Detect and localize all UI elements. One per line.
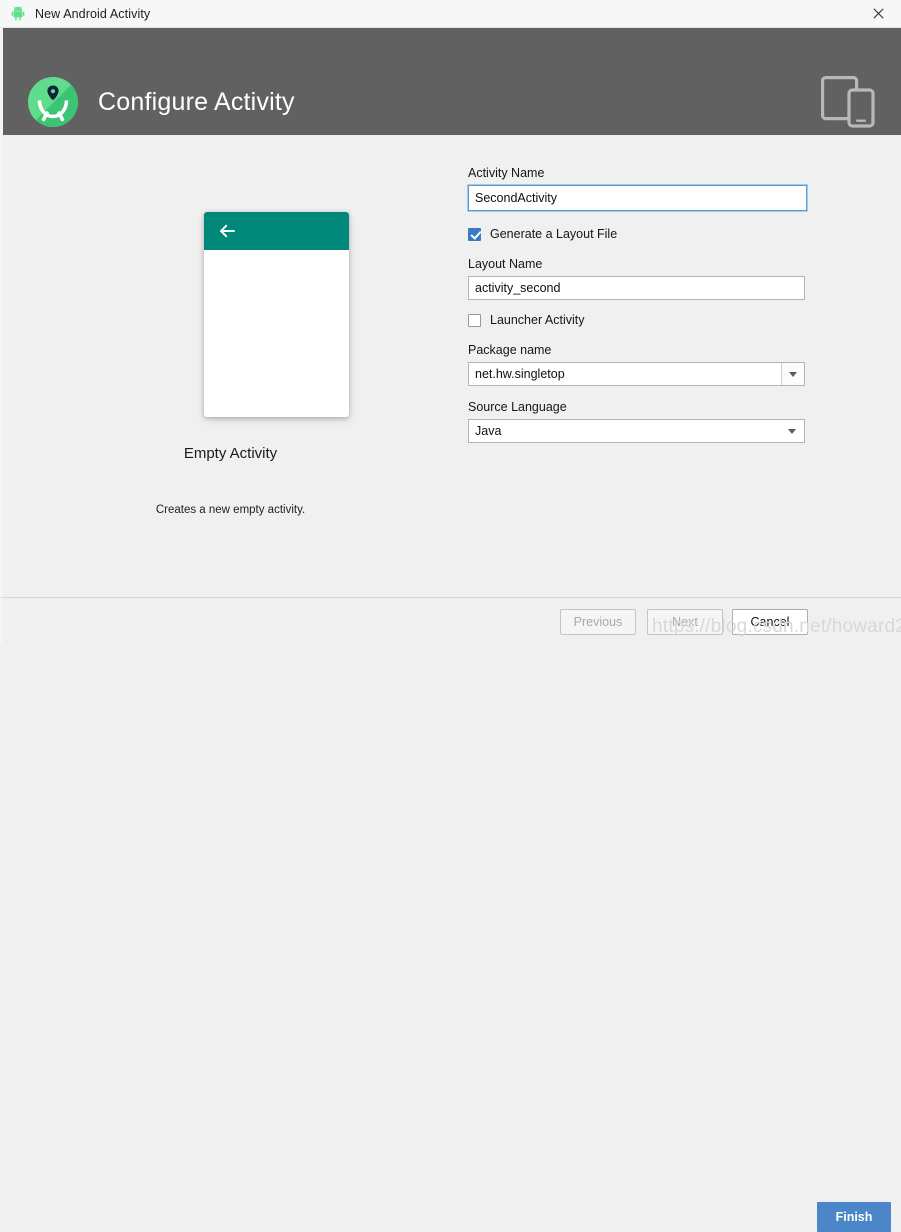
generate-layout-checkbox[interactable] [468, 227, 481, 241]
activity-preview-card [204, 212, 349, 417]
android-robot-icon [10, 5, 26, 22]
close-icon[interactable] [855, 0, 901, 27]
chevron-down-icon [788, 428, 796, 434]
tablet-phone-icon [821, 76, 877, 128]
launcher-activity-label: Launcher Activity [490, 313, 585, 327]
template-name: Empty Activity [183, 445, 278, 462]
dialog-header: Configure Activity [0, 28, 901, 135]
chevron-down-icon [789, 371, 797, 377]
previous-button[interactable]: Previous [560, 609, 636, 635]
new-android-activity-dialog: New Android Activity Configure Activity … [0, 0, 901, 1232]
activity-name-label: Activity Name [468, 166, 545, 180]
source-language-value: Java [475, 424, 502, 438]
generate-layout-checkbox-row[interactable]: Generate a Layout File [468, 225, 813, 243]
activity-name-input[interactable] [468, 185, 807, 211]
back-arrow-icon [218, 222, 236, 240]
activity-form: Activity Name Generate a Layout File Lay… [468, 135, 813, 443]
source-language-label: Source Language [468, 400, 567, 414]
package-name-combo[interactable]: net.hw.singletop [468, 362, 805, 386]
package-name-dropdown-button[interactable] [781, 363, 804, 385]
window-title-bar: New Android Activity [0, 0, 901, 28]
package-name-label: Package name [468, 343, 552, 357]
launcher-activity-checkbox-row[interactable]: Launcher Activity [468, 311, 813, 329]
activity-preview-pane: Empty Activity Creates a new empty activ… [3, 135, 458, 597]
cancel-button[interactable]: Cancel [732, 609, 808, 635]
launcher-activity-checkbox[interactable] [468, 313, 481, 327]
generate-layout-label: Generate a Layout File [490, 227, 618, 241]
finish-button[interactable]: Finish [817, 1202, 891, 1232]
android-studio-logo [26, 75, 80, 129]
preview-app-bar [204, 212, 349, 250]
dialog-body: Empty Activity Creates a new empty activ… [0, 135, 901, 597]
package-name-value: net.hw.singletop [469, 363, 781, 385]
next-button[interactable]: Next [647, 609, 723, 635]
page-title: Configure Activity [98, 88, 295, 116]
template-description: Creates a new empty activity. [155, 504, 306, 516]
layout-name-label: Layout Name [468, 257, 543, 271]
dialog-footer: Previous Next Cancel Finish [0, 597, 901, 1232]
source-language-combo[interactable]: Java [468, 419, 805, 443]
layout-name-input[interactable] [468, 276, 805, 300]
window-title: New Android Activity [35, 6, 151, 21]
